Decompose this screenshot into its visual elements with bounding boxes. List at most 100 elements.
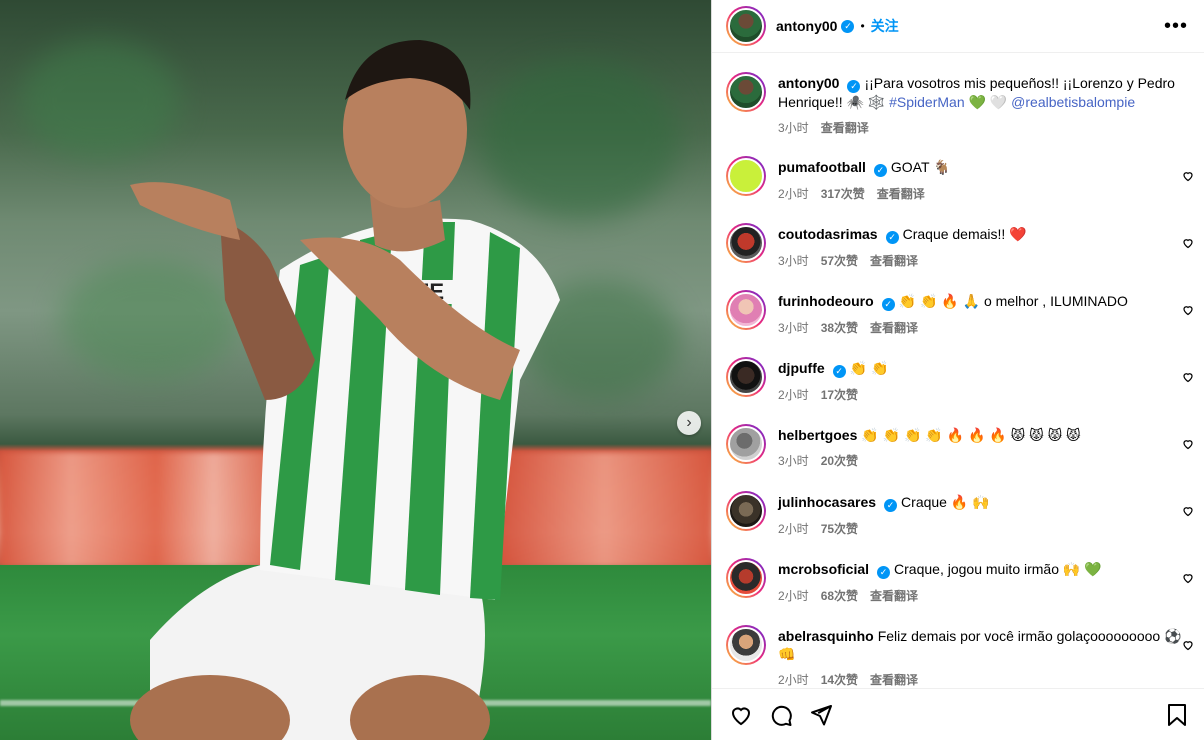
- commenter-avatar[interactable]: [726, 625, 766, 665]
- comment-row: helbertgoes 👏 👏 👏 👏 🔥 🔥 🔥 😾 😾 😾 😾 3小时 20次…: [726, 424, 1194, 470]
- comment-time[interactable]: 2小时: [778, 520, 809, 538]
- commenter-avatar[interactable]: [726, 491, 766, 531]
- comment-meta: 2小时 75次赞: [778, 520, 1194, 538]
- avatar-image: [728, 560, 764, 596]
- see-translation-link[interactable]: 查看翻译: [870, 671, 918, 689]
- heart-icon: [1183, 373, 1193, 383]
- comment-meta: 3小时 38次赞 查看翻译: [778, 319, 1194, 337]
- share-button[interactable]: [808, 702, 834, 728]
- commenter-username[interactable]: coutodasrimas: [778, 226, 878, 242]
- comment-like-button[interactable]: [1182, 304, 1194, 316]
- comment-row: djpuffe ✓ 👏 👏 2小时 17次赞: [726, 357, 1194, 404]
- comment-likes[interactable]: 57次赞: [821, 252, 858, 270]
- comment-text: 👏 👏 👏 👏 🔥 🔥 🔥 😾 😾 😾 😾: [861, 427, 1081, 443]
- comment-likes[interactable]: 17次赞: [821, 386, 858, 404]
- commenter-username[interactable]: helbertgoes: [778, 427, 857, 443]
- comment-row: coutodasrimas ✓ Craque demais!! ❤️ 3小时 57次…: [726, 223, 1194, 270]
- verified-badge-icon: ✓: [885, 230, 899, 244]
- commenter-username[interactable]: julinhocasares: [778, 494, 876, 510]
- avatar-image: [728, 426, 764, 462]
- see-translation-link[interactable]: 查看翻译: [821, 119, 869, 137]
- comment-body: abelrasquinho Feliz demais por você irmão…: [778, 625, 1194, 689]
- comment-body: furinhodeouro ✓ 👏 👏 🔥 🙏 o melhor , ILUMINA…: [778, 290, 1194, 337]
- avatar-image: [728, 359, 764, 395]
- verified-badge-icon: ✓: [881, 297, 895, 311]
- heart-icon: [1183, 172, 1193, 182]
- share-icon: [811, 704, 832, 725]
- comment-time[interactable]: 2小时: [778, 587, 809, 605]
- comment-meta: 2小时 317次赞 查看翻译: [778, 185, 1194, 203]
- commenter-avatar[interactable]: [726, 223, 766, 263]
- comment-time[interactable]: 3小时: [778, 319, 809, 337]
- comment-button[interactable]: [768, 702, 794, 728]
- comment-like-button[interactable]: [1182, 572, 1194, 584]
- avatar-image: [728, 74, 764, 110]
- comment-likes[interactable]: 68次赞: [821, 587, 858, 605]
- comment-meta: 2小时 68次赞 查看翻译: [778, 587, 1194, 605]
- more-options-icon[interactable]: •••: [1164, 15, 1188, 38]
- comment-likes[interactable]: 14次赞: [821, 671, 858, 689]
- comment-time[interactable]: 2小时: [778, 185, 809, 203]
- commenter-username[interactable]: mcrobsoficial: [778, 561, 869, 577]
- chevron-right-icon: ›: [686, 414, 692, 431]
- commenter-avatar[interactable]: [726, 156, 766, 196]
- comment-time[interactable]: 2小时: [778, 386, 809, 404]
- follow-button[interactable]: 关注: [871, 16, 899, 36]
- commenter-avatar[interactable]: [726, 357, 766, 397]
- comment-like-button[interactable]: [1182, 237, 1194, 249]
- author-username[interactable]: antony00: [776, 18, 837, 34]
- next-photo-button[interactable]: ›: [677, 411, 701, 435]
- commenter-username[interactable]: abelrasquinho: [778, 628, 874, 644]
- verified-badge-icon: ✓: [877, 565, 891, 579]
- comment-likes[interactable]: 20次赞: [821, 452, 858, 470]
- comment-likes[interactable]: 75次赞: [821, 520, 858, 538]
- post-photo[interactable]: EEE ›: [0, 0, 711, 740]
- see-translation-link[interactable]: 查看翻译: [870, 587, 918, 605]
- commenter-username[interactable]: pumafootball: [778, 159, 866, 175]
- comment-time[interactable]: 3小时: [778, 452, 809, 470]
- commenter-avatar[interactable]: [726, 424, 766, 464]
- verified-badge-icon: ✓: [884, 498, 898, 512]
- comment-meta: 2小时 17次赞: [778, 386, 1194, 404]
- comment-like-button[interactable]: [1182, 170, 1194, 182]
- mention-link[interactable]: @realbetisbalompie: [1011, 94, 1135, 110]
- see-translation-link[interactable]: 查看翻译: [870, 319, 918, 337]
- comment-likes[interactable]: 317次赞: [821, 185, 865, 203]
- caption-username[interactable]: antony00: [778, 75, 839, 91]
- comment-body: djpuffe ✓ 👏 👏 2小时 17次赞: [778, 357, 1194, 404]
- commenter-username[interactable]: furinhodeouro: [778, 293, 874, 309]
- comments-panel: antony00 ✓ • 关注 ••• antony00 ✓ ¡¡Para voso…: [711, 0, 1204, 740]
- comment-time[interactable]: 3小时: [778, 252, 809, 270]
- author-avatar[interactable]: [726, 6, 766, 46]
- comment-body: pumafootball ✓ GOAT 🐐 2小时 317次赞 查看翻译: [778, 156, 1194, 203]
- save-button[interactable]: [1164, 702, 1190, 728]
- heart-icon: [731, 707, 751, 725]
- comment-row: pumafootball ✓ GOAT 🐐 2小时 317次赞 查看翻译: [726, 156, 1194, 203]
- see-translation-link[interactable]: 查看翻译: [877, 185, 925, 203]
- comment-like-button[interactable]: [1182, 505, 1194, 517]
- post-header: antony00 ✓ • 关注 •••: [712, 0, 1204, 53]
- caption-avatar[interactable]: [726, 72, 766, 112]
- hashtag-link[interactable]: #SpiderMan: [889, 94, 965, 110]
- comment-row: abelrasquinho Feliz demais por você irmão…: [726, 625, 1194, 689]
- commenter-avatar[interactable]: [726, 558, 766, 598]
- caption-time[interactable]: 3小时: [778, 119, 809, 137]
- comment-text: Craque, jogou muito irmão 🙌 💚: [894, 561, 1102, 577]
- comment-row: furinhodeouro ✓ 👏 👏 🔥 🙏 o melhor , ILUMINA…: [726, 290, 1194, 337]
- comment-meta: 2小时 14次赞 查看翻译: [778, 671, 1194, 689]
- caption-body: antony00 ✓ ¡¡Para vosotros mis pequeños!! …: [778, 72, 1194, 137]
- comment-like-button[interactable]: [1182, 639, 1194, 651]
- commenter-avatar[interactable]: [726, 290, 766, 330]
- comment-time[interactable]: 2小时: [778, 671, 809, 689]
- comments-list[interactable]: antony00 ✓ ¡¡Para vosotros mis pequeños!! …: [712, 53, 1204, 689]
- commenter-username[interactable]: djpuffe: [778, 360, 825, 376]
- post-dialog: EEE › antony00 ✓ •: [0, 0, 1204, 740]
- comment-like-button[interactable]: [1182, 371, 1194, 383]
- like-button[interactable]: [728, 702, 754, 728]
- see-translation-link[interactable]: 查看翻译: [870, 252, 918, 270]
- verified-badge-icon: ✓: [832, 364, 846, 378]
- caption: antony00 ✓ ¡¡Para vosotros mis pequeños!! …: [726, 72, 1194, 137]
- comment-body: mcrobsoficial ✓ Craque, jogou muito irmão …: [778, 558, 1194, 605]
- comment-like-button[interactable]: [1182, 438, 1194, 450]
- comment-likes[interactable]: 38次赞: [821, 319, 858, 337]
